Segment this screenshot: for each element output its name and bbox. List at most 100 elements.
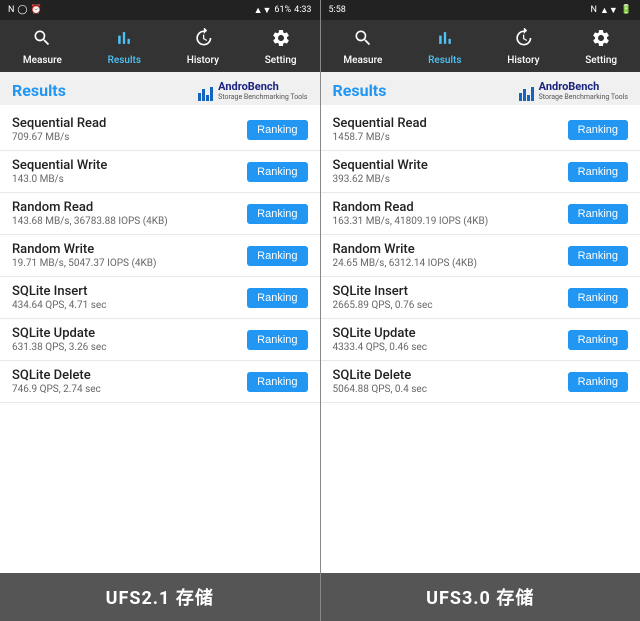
left-brand-name: AndroBench (218, 80, 307, 93)
right-ranking-btn-0[interactable]: Ranking (568, 120, 628, 140)
left-bench-name-1: Sequential Write (12, 158, 247, 173)
left-bench-row-2: Random Read 143.68 MB/s, 36783.88 IOPS (… (0, 193, 320, 235)
right-bench-row-2: Random Read 163.31 MB/s, 41809.19 IOPS (… (321, 193, 640, 235)
left-nav-bar: Measure Results History Setting (0, 20, 320, 72)
left-bench-name-6: SQLite Delete (12, 368, 247, 383)
right-bench-row-6: SQLite Delete 5064.88 QPS, 0.4 sec Ranki… (321, 361, 640, 403)
right-nav-setting[interactable]: Setting (577, 26, 625, 68)
right-ranking-btn-2[interactable]: Ranking (568, 204, 628, 224)
right-bench-value-6: 5064.88 QPS, 0.4 sec (333, 384, 568, 395)
left-bench-row-6: SQLite Delete 746.9 QPS, 2.74 sec Rankin… (0, 361, 320, 403)
right-bench-value-5: 4333.4 QPS, 0.46 sec (333, 342, 568, 353)
left-bench-value-6: 746.9 QPS, 2.74 sec (12, 384, 247, 395)
right-brand-sub: Storage Benchmarking Tools (539, 93, 628, 101)
left-bottom-label: UFS2.1 存储 (0, 573, 320, 621)
right-bench-value-1: 393.62 MB/s (333, 174, 568, 185)
right-bench-name-5: SQLite Update (333, 326, 568, 341)
left-bench-name-0: Sequential Read (12, 116, 247, 131)
right-bench-row-4: SQLite Insert 2665.89 QPS, 0.76 sec Rank… (321, 277, 640, 319)
left-bench-row-5: SQLite Update 631.38 QPS, 3.26 sec Ranki… (0, 319, 320, 361)
right-bench-row-5: SQLite Update 4333.4 QPS, 0.46 sec Ranki… (321, 319, 640, 361)
left-bench-value-3: 19.71 MB/s, 5047.37 IOPS (4KB) (12, 258, 247, 269)
right-ranking-btn-6[interactable]: Ranking (568, 372, 628, 392)
left-history-label: History (187, 55, 219, 66)
left-bench-row-1: Sequential Write 143.0 MB/s Ranking (0, 151, 320, 193)
left-ranking-btn-6[interactable]: Ranking (247, 372, 307, 392)
left-history-icon (193, 28, 213, 52)
left-bench-row-0: Sequential Read 709.67 MB/s Ranking (0, 109, 320, 151)
left-results-icon (114, 28, 134, 52)
left-bench-value-1: 143.0 MB/s (12, 174, 247, 185)
right-ranking-btn-5[interactable]: Ranking (568, 330, 628, 350)
right-andro-logo: AndroBench Storage Benchmarking Tools (519, 80, 628, 101)
right-bench-name-3: Random Write (333, 242, 568, 257)
left-bench-name-3: Random Write (12, 242, 247, 257)
left-ranking-btn-1[interactable]: Ranking (247, 162, 307, 182)
right-ranking-btn-1[interactable]: Ranking (568, 162, 628, 182)
right-bench-name-6: SQLite Delete (333, 368, 568, 383)
left-nav-results[interactable]: Results (100, 26, 149, 68)
left-andro-logo: AndroBench Storage Benchmarking Tools (198, 80, 307, 101)
left-ranking-btn-3[interactable]: Ranking (247, 246, 307, 266)
left-nav-setting[interactable]: Setting (257, 26, 305, 68)
right-bench-value-0: 1458.7 MB/s (333, 132, 568, 143)
right-bench-row-0: Sequential Read 1458.7 MB/s Ranking (321, 109, 640, 151)
left-setting-icon (271, 28, 291, 52)
right-measure-icon (353, 28, 373, 52)
right-setting-label: Setting (585, 55, 617, 66)
right-history-label: History (507, 55, 539, 66)
right-history-icon (513, 28, 533, 52)
left-bench-name-2: Random Read (12, 200, 247, 215)
right-status-bar: 5:58 N ▲▼ 🔋 (321, 0, 640, 20)
right-setting-icon (591, 28, 611, 52)
left-results-label: Results (108, 55, 141, 66)
left-bench-value-4: 434.64 QPS, 4.71 sec (12, 300, 247, 311)
right-results-label: Results (428, 55, 461, 66)
left-battery: 61% (274, 5, 291, 15)
right-nav-measure[interactable]: Measure (335, 26, 390, 68)
left-status-left: N ◯ ⏰ (8, 5, 42, 15)
left-bench-list: Sequential Read 709.67 MB/s Ranking Sequ… (0, 105, 320, 573)
right-ranking-btn-3[interactable]: Ranking (568, 246, 628, 266)
left-bench-value-5: 631.38 QPS, 3.26 sec (12, 342, 247, 353)
left-bench-value-2: 143.68 MB/s, 36783.88 IOPS (4KB) (12, 216, 247, 227)
left-ranking-btn-4[interactable]: Ranking (247, 288, 307, 308)
left-nav-measure[interactable]: Measure (15, 26, 70, 68)
left-brand-sub: Storage Benchmarking Tools (218, 93, 307, 101)
right-ranking-btn-4[interactable]: Ranking (568, 288, 628, 308)
left-bench-name-5: SQLite Update (12, 326, 247, 341)
right-measure-label: Measure (343, 55, 382, 66)
right-results-icon (435, 28, 455, 52)
right-nav-results[interactable]: Results (420, 26, 469, 68)
right-bench-name-2: Random Read (333, 200, 568, 215)
right-bench-value-3: 24.65 MB/s, 6312.14 IOPS (4KB) (333, 258, 568, 269)
left-ranking-btn-2[interactable]: Ranking (247, 204, 307, 224)
right-nav-history[interactable]: History (499, 26, 547, 68)
right-content: Results AndroBench Storage Benchmarking … (321, 72, 640, 573)
left-phone: N ◯ ⏰ ▲▼ 61% 4:33 Measure Results (0, 0, 321, 621)
left-ranking-btn-5[interactable]: Ranking (247, 330, 307, 350)
left-bench-row-3: Random Write 19.71 MB/s, 5047.37 IOPS (4… (0, 235, 320, 277)
left-ranking-btn-0[interactable]: Ranking (247, 120, 307, 140)
right-bench-name-4: SQLite Insert (333, 284, 568, 299)
right-time: 5:58 (329, 5, 346, 15)
right-bench-value-2: 163.31 MB/s, 41809.19 IOPS (4KB) (333, 216, 568, 227)
left-time: 4:33 (294, 5, 311, 15)
left-status-bar: N ◯ ⏰ ▲▼ 61% 4:33 (0, 0, 320, 20)
left-bench-row-4: SQLite Insert 434.64 QPS, 4.71 sec Ranki… (0, 277, 320, 319)
left-nav-history[interactable]: History (179, 26, 227, 68)
left-setting-label: Setting (265, 55, 297, 66)
left-bench-name-4: SQLite Insert (12, 284, 247, 299)
right-nav-bar: Measure Results History Setting (321, 20, 640, 72)
right-results-title: Results (333, 81, 387, 100)
left-measure-label: Measure (23, 55, 62, 66)
right-bench-value-4: 2665.89 QPS, 0.76 sec (333, 300, 568, 311)
left-status-right: ▲▼ 61% 4:33 (254, 5, 312, 16)
right-bench-row-3: Random Write 24.65 MB/s, 6312.14 IOPS (4… (321, 235, 640, 277)
right-andro-bars (519, 87, 534, 101)
left-measure-icon (32, 28, 52, 52)
right-phone: 5:58 N ▲▼ 🔋 Measure Results History (321, 0, 640, 621)
right-bench-row-1: Sequential Write 393.62 MB/s Ranking (321, 151, 640, 193)
right-results-header: Results AndroBench Storage Benchmarking … (321, 72, 640, 105)
right-bench-name-1: Sequential Write (333, 158, 568, 173)
